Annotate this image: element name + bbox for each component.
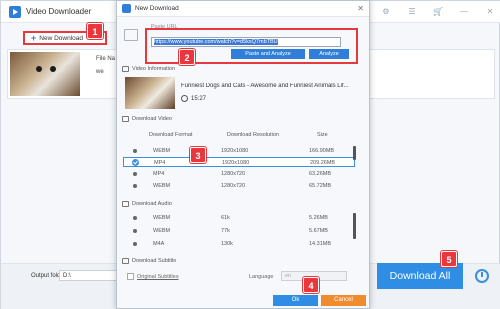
radio-button[interactable] <box>133 149 137 153</box>
step-badge-2: 2 <box>179 49 195 65</box>
radio-button[interactable] <box>133 184 137 188</box>
url-highlight-box <box>145 28 358 64</box>
dog-eye-right <box>50 66 56 72</box>
new-download-dialog: New Download ✕ Paste URL https://www.you… <box>116 0 370 309</box>
dialog-logo-icon <box>122 4 131 13</box>
radio-button[interactable] <box>133 172 137 176</box>
row-format: WEBM <box>153 183 171 189</box>
col-size: Size <box>317 132 328 138</box>
file-name-label: File Na <box>96 56 116 62</box>
cancel-button[interactable]: Cancel <box>321 295 366 306</box>
audio-row[interactable]: M4A 130k 14.31MB <box>123 239 355 249</box>
step-badge-4: 4 <box>303 277 319 293</box>
ok-button[interactable]: Ok <box>273 295 318 306</box>
row-resolution: 1280x720 <box>221 183 246 189</box>
step-badge-5: 5 <box>441 251 457 267</box>
row-size: 209.26MB <box>310 160 336 166</box>
row-format: MP4 <box>153 171 165 177</box>
row-resolution: 1920x1080 <box>221 148 249 154</box>
output-folder-input[interactable]: D:\ <box>59 270 119 281</box>
row-size: 14.31MB <box>309 241 332 247</box>
row-resolution: 1280x720 <box>221 171 246 177</box>
video-row[interactable]: WEBM 1280x720 65.72MB <box>123 181 355 191</box>
col-format: Download Format <box>149 132 193 138</box>
col-resolution: Download Resolution <box>227 132 279 138</box>
row-size: 65.72MB <box>309 183 332 189</box>
plus-icon: + <box>31 33 37 43</box>
row-format: WEBM <box>153 215 171 221</box>
radio-button[interactable] <box>133 229 137 233</box>
window-controls: ⚙ ☰ 🛒 — ✕ <box>381 7 495 17</box>
radio-button-checked[interactable] <box>132 159 139 166</box>
row-quality: 61k <box>221 215 230 221</box>
row-format: WEBM <box>153 148 171 154</box>
dialog-title: New Download <box>135 5 179 12</box>
subtitle-icon <box>122 258 129 264</box>
step-badge-1: 1 <box>87 23 103 39</box>
video-scrollbar[interactable] <box>353 146 356 160</box>
app-logo-icon <box>9 6 21 18</box>
link-icon <box>124 29 138 41</box>
dialog-close-icon[interactable]: ✕ <box>357 4 364 13</box>
download-video-label: Download Video <box>132 116 172 122</box>
row-format: MP4 <box>154 160 166 166</box>
app-title: Video Downloader <box>26 7 92 16</box>
row-resolution: 1920x1080 <box>222 160 250 166</box>
video-info-label: Video Information <box>132 66 176 72</box>
language-label: Language <box>249 274 274 280</box>
video-row-selected[interactable]: MP4 1920x1080 209.26MB <box>123 157 355 167</box>
audio-scrollbar[interactable] <box>353 213 356 239</box>
row-size: 5.26MB <box>309 215 328 221</box>
radio-button[interactable] <box>133 216 137 220</box>
video-info-header: Video Information <box>122 66 175 72</box>
row-format: M4A <box>153 241 165 247</box>
download-subtitle-label: Download Subtitle <box>132 258 177 264</box>
settings-icon[interactable]: ⚙ <box>381 7 391 17</box>
download-thumbnail <box>10 52 80 96</box>
row-format: WEBM <box>153 228 171 234</box>
download-audio-label: Download Audio <box>132 201 172 207</box>
alarm-icon[interactable] <box>475 269 489 283</box>
new-download-label: New Download <box>39 34 83 42</box>
cart-icon[interactable]: 🛒 <box>433 7 443 17</box>
minimize-icon[interactable]: — <box>459 7 469 17</box>
download-audio-header: Download Audio <box>122 201 172 207</box>
download-video-header: Download Video <box>122 116 172 122</box>
audio-row[interactable]: WEBM 77k 5.67MB <box>123 226 355 236</box>
menu-icon[interactable]: ☰ <box>407 7 417 17</box>
radio-button[interactable] <box>133 242 137 246</box>
video-thumbnail <box>125 77 175 109</box>
row-size: 166.90MB <box>309 148 335 154</box>
video-info-icon <box>122 66 129 72</box>
original-subtitles-checkbox[interactable] <box>127 273 134 280</box>
video-title: Funniest Dogs and Cats - Awesome and Fun… <box>181 83 349 89</box>
row-size: 63.26MB <box>309 171 332 177</box>
original-subtitles-label[interactable]: Original Subtitles <box>137 274 179 280</box>
video-icon <box>122 116 129 122</box>
audio-icon <box>122 201 129 207</box>
close-icon[interactable]: ✕ <box>485 7 495 17</box>
row-quality: 77k <box>221 228 230 234</box>
clock-icon <box>181 95 188 102</box>
file-we-label: we <box>96 69 104 75</box>
row-quality: 130k <box>221 241 233 247</box>
video-row[interactable]: MP4 1280x720 63.26MB <box>123 169 355 179</box>
download-subtitle-header: Download Subtitle <box>122 258 176 264</box>
video-row[interactable]: WEBM 1920x1080 166.90MB <box>123 146 355 156</box>
step-badge-3: 3 <box>190 147 206 163</box>
dog-eye-left <box>36 66 42 72</box>
row-size: 5.67MB <box>309 228 328 234</box>
dialog-title-bar: New Download ✕ <box>117 1 369 17</box>
audio-row[interactable]: WEBM 61k 5.26MB <box>123 213 355 223</box>
video-duration: 15:27 <box>191 96 207 102</box>
